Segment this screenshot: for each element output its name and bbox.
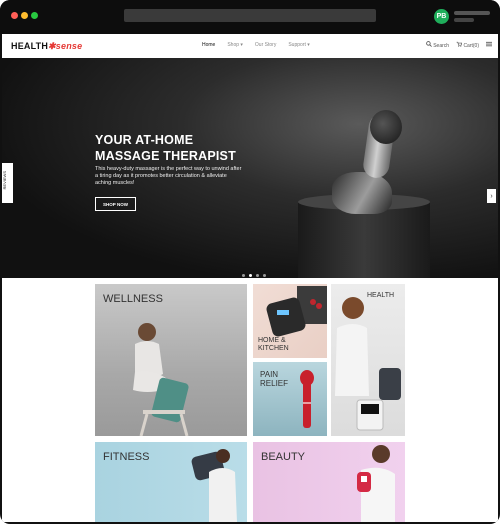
logo-text: HEALTH	[11, 41, 49, 51]
profile-email-placeholder	[454, 18, 474, 22]
hamburger-icon[interactable]	[486, 41, 492, 49]
hero-subtitle: This heavy-duty massager is the perfect …	[95, 166, 242, 186]
profile-avatar[interactable]: PB	[434, 9, 449, 24]
search-label: Search	[433, 43, 450, 49]
logo-accent-text: sense	[55, 41, 83, 51]
carousel-dot-3[interactable]	[256, 274, 259, 277]
main-nav: Home Shop ▾ Our Story Support ▾	[202, 42, 310, 48]
cart-icon	[456, 41, 463, 47]
profile-name-placeholder	[454, 11, 490, 15]
category-pain-relief[interactable]: PAIN RELIEF	[253, 362, 327, 436]
close-window-button[interactable]	[11, 12, 18, 19]
site-header: HEALTH✱sense Home Shop ▾ Our Story Suppo…	[2, 34, 498, 59]
wand-massager-image	[300, 370, 314, 428]
search-button[interactable]: Search	[425, 41, 450, 49]
massager-head-image	[370, 110, 402, 144]
reviews-tab[interactable]: REVIEWS	[2, 163, 13, 203]
header-actions: Search Cart(0)	[425, 41, 492, 49]
fitness-woman-image	[191, 449, 237, 522]
carousel-dot-4[interactable]	[263, 274, 266, 277]
category-health-label: HEALTH	[367, 292, 395, 299]
carousel-dot-1[interactable]	[242, 274, 245, 277]
site-logo[interactable]: HEALTH✱sense	[11, 41, 82, 52]
search-icon	[425, 41, 432, 47]
browser-window: PB HEALTH✱sense Home Shop ▾ Our Story Su…	[0, 0, 500, 524]
hero-title: YOUR AT-HOME MASSAGE THERAPIST	[95, 133, 236, 163]
category-home-kitchen[interactable]: HOME & KITCHEN	[253, 284, 327, 358]
category-wellness[interactable]: WELLNESS	[95, 284, 247, 436]
massager-body-image	[332, 172, 392, 214]
reviews-tab-label: REVIEWS	[2, 171, 7, 190]
category-home-kitchen-label: HOME & KITCHEN	[258, 337, 289, 352]
carousel-dots	[242, 274, 266, 277]
logo-figure-icon: ✱	[48, 41, 56, 51]
beauty-woman-image	[357, 445, 395, 522]
next-slide-arrow-icon[interactable]: ›	[487, 189, 496, 203]
hero-banner: YOUR AT-HOME MASSAGE THERAPIST This heav…	[2, 58, 498, 278]
category-beauty[interactable]: BEAUTY	[253, 442, 405, 522]
carousel-dot-2[interactable]	[249, 274, 252, 277]
nav-home[interactable]: Home	[202, 42, 215, 48]
browser-toolbar: PB	[0, 0, 500, 34]
nav-shop[interactable]: Shop ▾	[227, 42, 243, 48]
category-health[interactable]: HEALTH	[331, 284, 405, 436]
minimize-window-button[interactable]	[21, 12, 28, 19]
address-bar[interactable]	[124, 9, 376, 22]
nav-support[interactable]: Support ▾	[288, 42, 309, 48]
maximize-window-button[interactable]	[31, 12, 38, 19]
category-fitness[interactable]: FITNESS	[95, 442, 247, 522]
health-woman-image	[335, 297, 401, 431]
shop-now-button[interactable]: SHOP NOW	[95, 197, 136, 211]
wellness-woman-image	[133, 323, 189, 436]
cart-button[interactable]: Cart(0)	[456, 41, 479, 49]
nav-our-story[interactable]: Our Story	[255, 42, 276, 48]
cart-label: Cart(0)	[463, 43, 479, 49]
web-page: HEALTH✱sense Home Shop ▾ Our Story Suppo…	[2, 34, 498, 522]
